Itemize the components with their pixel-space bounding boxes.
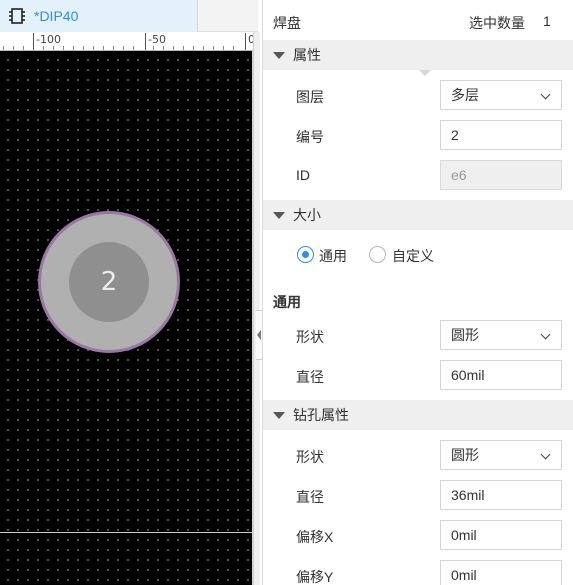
section-drill[interactable]: 钻孔属性 (263, 400, 573, 430)
ruler-minor-tick (93, 46, 94, 50)
number-label: 编号 (296, 129, 324, 145)
chevron-down-icon (540, 89, 551, 100)
ruler-minor-tick (63, 46, 64, 50)
collapse-triangle-icon (273, 411, 285, 419)
ruler-major-tick (33, 33, 34, 50)
ruler-minor-tick (43, 46, 44, 50)
chevron-down-icon (540, 329, 551, 340)
pad-number: 2 (100, 267, 118, 297)
ruler-minor-tick (123, 46, 124, 50)
radio-general-label[interactable]: 通用 (319, 246, 347, 266)
layer-select[interactable]: 多层 (440, 80, 562, 110)
offset-x-input[interactable]: 0mil (440, 520, 562, 550)
offset-x-label: 偏移X (296, 529, 334, 545)
horizontal-ruler[interactable]: -100 -50 0 (0, 32, 258, 51)
collapse-triangle-icon (273, 51, 285, 59)
diameter-input-value: 60mil (451, 367, 485, 383)
id-label: ID (296, 167, 310, 183)
document-tab[interactable]: *DIP40 (0, 0, 198, 32)
ruler-minor-tick (153, 46, 154, 50)
ruler-minor-tick (173, 46, 174, 50)
selected-count-value: 1 (543, 13, 551, 29)
drill-diameter-input[interactable]: 36mil (440, 480, 562, 510)
panel-splitter[interactable] (253, 32, 263, 585)
ruler-minor-tick (103, 46, 104, 50)
offset-y-label: 偏移Y (296, 569, 334, 585)
number-input[interactable]: 2 (440, 120, 562, 150)
offset-y-input[interactable]: 0mil (440, 560, 562, 585)
document-tab-title: *DIP40 (34, 8, 79, 24)
section-title: 属性 (293, 47, 321, 63)
radio-general[interactable] (297, 246, 314, 263)
pad-ring[interactable]: 2 (38, 211, 180, 353)
diameter-label: 直径 (296, 369, 324, 385)
layer-label: 图层 (296, 89, 324, 105)
drill-shape-select[interactable]: 圆形 (440, 440, 562, 470)
drill-shape-label: 形状 (296, 449, 324, 465)
diameter-input[interactable]: 60mil (440, 360, 562, 390)
id-input-value: e6 (451, 167, 467, 183)
drill-diameter-input-value: 36mil (451, 487, 485, 503)
ruler-minor-tick (13, 46, 14, 50)
ruler-label: -100 (36, 33, 61, 46)
shape-select-value: 圆形 (451, 327, 479, 343)
section-size[interactable]: 大小 (263, 200, 573, 230)
panel-title: 焊盘 (273, 15, 301, 31)
pcb-canvas[interactable]: 2 (0, 51, 252, 585)
collapse-triangle-icon (273, 211, 285, 219)
canvas-guide-line (0, 532, 252, 533)
ruler-label: -50 (148, 33, 166, 46)
scroll-hint-icon (419, 70, 431, 76)
ruler-minor-tick (3, 46, 4, 50)
drill-diameter-label: 直径 (296, 489, 324, 505)
selected-count-label: 选中数量 (469, 15, 525, 31)
number-input-value: 2 (451, 127, 459, 143)
offset-x-input-value: 0mil (451, 527, 477, 543)
ruler-minor-tick (203, 46, 204, 50)
size-subheading: 通用 (273, 294, 301, 310)
ruler-minor-tick (53, 46, 54, 50)
section-title: 大小 (293, 207, 321, 223)
property-panel: 焊盘 选中数量 1 属性 图层 多层 编号 2 ID e6 大小 通用 自定义 … (262, 0, 573, 585)
ruler-minor-tick (113, 46, 114, 50)
drill-shape-select-value: 圆形 (451, 447, 479, 463)
chevron-down-icon (540, 449, 551, 460)
ruler-minor-tick (83, 46, 84, 50)
layer-select-value: 多层 (451, 87, 479, 103)
ruler-minor-tick (193, 46, 194, 50)
ruler-major-tick (245, 33, 246, 50)
ruler-minor-tick (133, 46, 134, 50)
pad-drill-hole: 2 (69, 242, 149, 322)
radio-custom-label[interactable]: 自定义 (392, 246, 434, 266)
ruler-minor-tick (223, 46, 224, 50)
shape-select[interactable]: 圆形 (440, 320, 562, 350)
section-title: 钻孔属性 (293, 407, 349, 423)
ruler-minor-tick (233, 46, 234, 50)
id-input: e6 (440, 160, 562, 190)
offset-y-input-value: 0mil (451, 567, 477, 583)
ruler-minor-tick (73, 46, 74, 50)
ruler-minor-tick (163, 46, 164, 50)
document-tab-bar: *DIP40 (0, 0, 258, 32)
radio-custom[interactable] (369, 246, 386, 263)
shape-label: 形状 (296, 329, 324, 345)
section-properties[interactable]: 属性 (263, 40, 573, 70)
chip-icon (9, 8, 25, 24)
ruler-minor-tick (213, 46, 214, 50)
ruler-minor-tick (183, 46, 184, 50)
ruler-major-tick (145, 33, 146, 50)
ruler-minor-tick (23, 46, 24, 50)
